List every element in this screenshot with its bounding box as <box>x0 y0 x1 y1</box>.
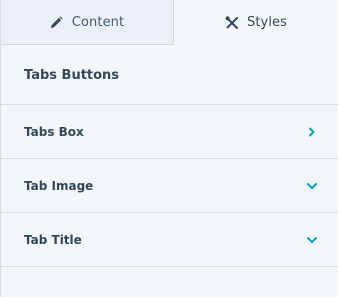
tab-content-label: Content <box>71 14 125 30</box>
accordion-row-tab-image[interactable]: Tab Image <box>1 159 338 213</box>
accordion-row-tab-title[interactable]: Tab Title <box>1 213 338 267</box>
tools-icon <box>225 15 239 30</box>
accordion-row-label: Tab Image <box>24 178 94 193</box>
section-heading: Tabs Buttons <box>1 46 338 105</box>
tab-styles-label: Styles <box>246 15 288 30</box>
chevron-down-icon[interactable] <box>306 180 318 192</box>
accordion-row-label: Tabs Box <box>24 124 84 139</box>
pencil-icon <box>50 15 64 29</box>
style-settings-panel: Content Styles Tabs Buttons Tabs Box Tab… <box>0 0 338 297</box>
chevron-down-icon[interactable] <box>306 234 318 246</box>
tab-styles[interactable]: Styles <box>174 0 338 45</box>
chevron-right-icon[interactable] <box>306 126 318 138</box>
section-title: Tabs Buttons <box>24 67 120 83</box>
accordion-row-label: Tab Title <box>24 232 82 247</box>
tab-bar: Content Styles <box>1 0 338 46</box>
tab-content[interactable]: Content <box>1 0 174 45</box>
accordion-row-tabs-box[interactable]: Tabs Box <box>1 105 338 159</box>
